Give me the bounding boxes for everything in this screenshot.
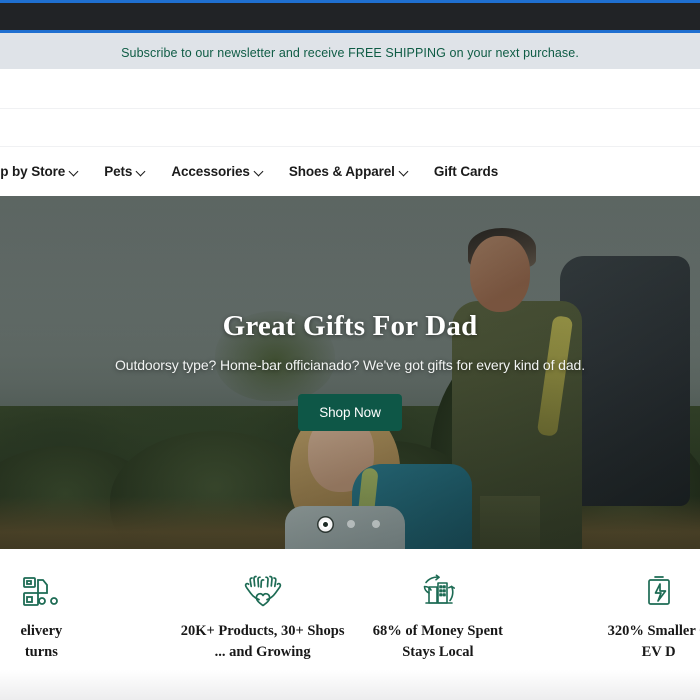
value-prop-line-1: 20K+ Products, 30+ Shops: [180, 623, 345, 639]
shop-now-button[interactable]: Shop Now: [298, 394, 402, 431]
value-prop-delivery: elivery turns: [0, 571, 175, 662]
browser-chrome-bar: [0, 0, 700, 33]
nav-item-label: Gift Cards: [433, 164, 499, 179]
announcement-bar[interactable]: Subscribe to our newsletter and receive …: [0, 36, 700, 69]
primary-navigation: Shop by Store Pets Accessories Shoes & A…: [0, 147, 700, 196]
chevron-down-icon: [255, 167, 263, 175]
nav-item-shop-by-store[interactable]: Shop by Store: [0, 164, 91, 179]
header-utility-row: [0, 69, 700, 109]
value-prop-line-1: 320% Smaller C: [607, 623, 700, 639]
value-prop-line-2: ... and Growing: [214, 643, 311, 660]
carousel-dot-2[interactable]: [346, 520, 355, 528]
chevron-down-icon: [137, 167, 145, 175]
value-prop-products: 20K+ Products, 30+ Shops ... and Growing: [175, 571, 351, 662]
hero-content: Great Gifts For Dad Outdoorsy type? Home…: [0, 196, 700, 431]
hero-carousel-dots: [0, 520, 700, 529]
value-prop-carbon-ev: 320% Smaller C EV D: [525, 571, 700, 662]
announcement-text: Subscribe to our newsletter and receive …: [121, 45, 579, 60]
nav-item-label: Shoes & Apparel: [288, 164, 395, 179]
value-props-strip: elivery turns 20K+ Products, 30+ Shops .…: [0, 549, 700, 670]
value-prop-line-1: 68% of Money Spent: [372, 623, 503, 639]
chevron-down-icon: [400, 167, 408, 175]
nav-item-shoes-apparel[interactable]: Shoes & Apparel: [276, 164, 421, 179]
page-root: Subscribe to our newsletter and receive …: [0, 0, 700, 700]
nav-item-pets[interactable]: Pets: [91, 164, 158, 179]
carousel-dot-1[interactable]: [320, 520, 330, 529]
local-shops-icon: [356, 571, 519, 613]
hero-title: Great Gifts For Dad: [222, 310, 478, 342]
value-prop-line-1: elivery: [20, 623, 63, 639]
nav-item-label: Accessories: [171, 164, 250, 179]
carousel-dot-3[interactable]: [371, 520, 380, 528]
nav-item-label: Pets: [104, 164, 133, 179]
delivery-truck-icon: [0, 571, 169, 613]
hero-banner: Great Gifts For Dad Outdoorsy type? Home…: [0, 196, 700, 549]
value-prop-line-2: EV D: [641, 643, 676, 660]
hero-subtitle: Outdoorsy type? Home-bar officianado? We…: [114, 357, 586, 373]
chevron-down-icon: [70, 167, 78, 175]
page-bottom-fade: [0, 670, 700, 700]
value-prop-line-2: Stays Local: [402, 643, 474, 660]
ev-battery-icon: [531, 571, 700, 613]
nav-items: Shop by Store Pets Accessories Shoes & A…: [0, 164, 511, 179]
nav-item-gift-cards[interactable]: Gift Cards: [421, 164, 511, 179]
value-prop-line-2: turns: [24, 643, 58, 660]
value-prop-local-money: 68% of Money Spent Stays Local: [350, 571, 525, 662]
hands-heart-icon: [181, 571, 345, 613]
nav-item-accessories[interactable]: Accessories: [158, 164, 275, 179]
header-logo-row: [0, 109, 700, 147]
nav-item-label: Shop by Store: [0, 164, 66, 179]
